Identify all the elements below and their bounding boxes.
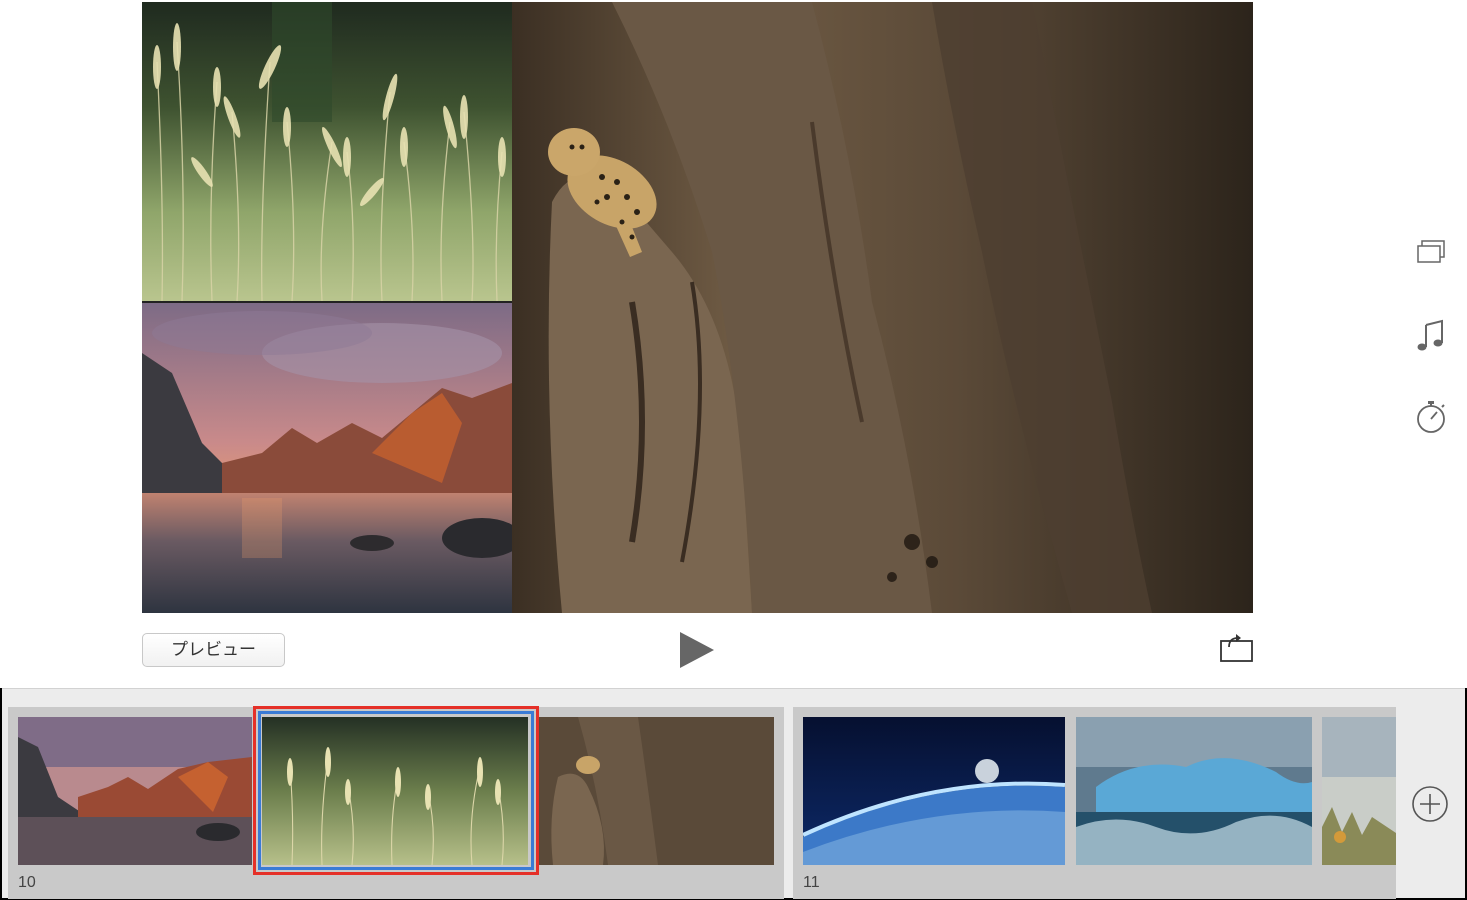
play-icon[interactable] [672, 628, 722, 672]
fjord-sunset-thumb[interactable] [18, 717, 252, 865]
grass-photo[interactable] [142, 2, 512, 301]
group-number-11: 11 [803, 874, 820, 891]
group-number-10: 10 [18, 874, 36, 891]
slide-collage [142, 2, 1253, 613]
misty-forest-thumb[interactable] [1322, 717, 1396, 865]
fjord-sunset-photo[interactable] [142, 303, 512, 613]
music-icon[interactable] [1408, 312, 1454, 358]
earth-moon-thumb[interactable] [803, 717, 1065, 865]
theme-icon[interactable] [1408, 230, 1454, 276]
leopard-thumb[interactable] [538, 717, 774, 865]
slide-group-10[interactable]: 10 [8, 707, 784, 899]
timeline: 10 11 [2, 688, 1465, 899]
share-icon[interactable] [1216, 631, 1258, 667]
slide-group-11[interactable]: 11 [793, 707, 1396, 899]
grass-thumb[interactable] [262, 717, 528, 865]
side-toolbar [1408, 230, 1454, 450]
slideshow-viewer: プレビュー [0, 0, 1467, 688]
timer-icon[interactable] [1408, 394, 1454, 440]
leopard-tree-photo[interactable] [512, 2, 1253, 613]
iceberg-thumb[interactable] [1076, 717, 1312, 865]
preview-button[interactable]: プレビュー [142, 633, 285, 667]
add-slide-icon[interactable] [1410, 784, 1450, 824]
